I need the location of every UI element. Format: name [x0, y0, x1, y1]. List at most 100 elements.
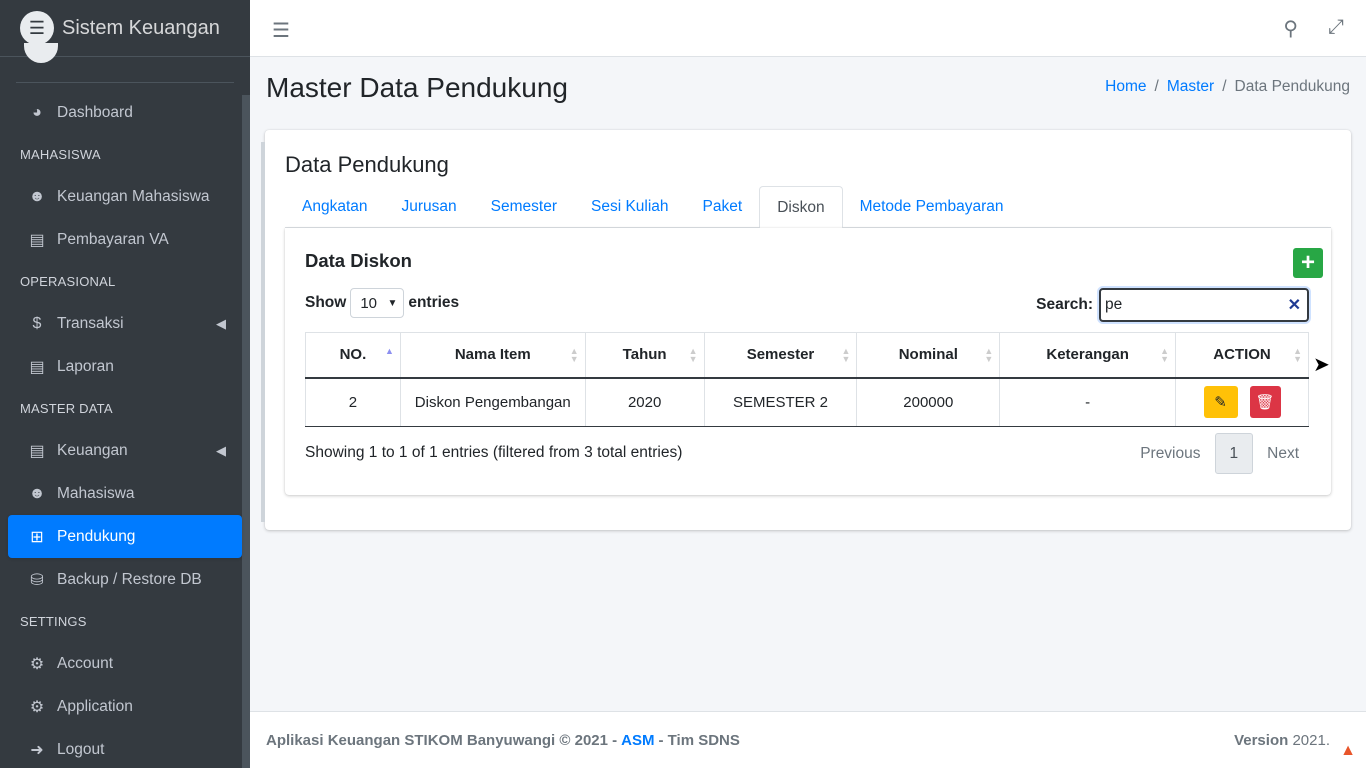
tab-angkatan[interactable]: Angkatan [285, 186, 385, 228]
sidebar-item-label: Keuangan Mahasiswa [57, 187, 210, 205]
sidebar-item-backup-restore[interactable]: ⛁ Backup / Restore DB [8, 558, 242, 601]
sort-icon: ▲ ▼ [1293, 346, 1302, 364]
version-value: 2021. [1292, 731, 1330, 749]
sidebar-item-label: Application [57, 697, 133, 715]
sort-asc-icon: ▲ [384, 346, 394, 356]
sidebar-item-transaksi[interactable]: $ Transaksi ◀ [8, 302, 242, 345]
breadcrumb-current: Data Pendukung [1234, 78, 1350, 95]
tab-jurusan[interactable]: Jurusan [385, 186, 474, 228]
fullscreen-icon[interactable]: ⤢ [1328, 16, 1344, 39]
column-header-action[interactable]: ACTION ▲ ▼ [1175, 332, 1309, 379]
breadcrumb-master-link[interactable]: Master [1167, 78, 1214, 96]
tab-semester[interactable]: Semester [474, 186, 574, 228]
sidebar-item-label: Dashboard [57, 103, 133, 121]
panel-title: Data Diskon [305, 250, 412, 271]
sidebar-nav: ◕ Dashboard MAHASISWA ☻ Keuangan Mahasis… [0, 83, 250, 768]
sidebar-header-operasional: OPERASIONAL [20, 274, 116, 289]
users-icon: ☻ [28, 187, 46, 205]
edit-button[interactable]: ✎ [1203, 386, 1238, 419]
search-input-value: pe [1105, 296, 1123, 313]
tab-paket[interactable]: Paket [686, 186, 760, 228]
sidebar-item-label: Laporan [57, 357, 114, 375]
cell-keterangan: - [999, 377, 1177, 427]
tab-sesi-kuliah[interactable]: Sesi Kuliah [574, 186, 686, 228]
chevron-down-icon: ▼ [387, 297, 398, 309]
tab-metode-pembayaran[interactable]: Metode Pembayaran [843, 186, 1021, 228]
pagination: Previous 1 Next [1126, 433, 1313, 474]
sidebar-item-label: Logout [57, 740, 105, 758]
sidebar-item-dashboard[interactable]: ◕ Dashboard [8, 91, 242, 134]
edit-icon: ✎ [1214, 394, 1227, 412]
footer-version: Version 2021. [1234, 732, 1330, 749]
footer-asm-link[interactable]: ASM [621, 732, 654, 749]
sort-icon: ▲ ▼ [688, 346, 698, 364]
sidebar-item-label: Pendukung [57, 527, 136, 545]
column-header-keterangan[interactable]: Keterangan ▲ ▼ [999, 332, 1177, 379]
pagination-previous[interactable]: Previous [1126, 433, 1214, 474]
delete-button[interactable]: 🗑 [1249, 386, 1281, 419]
entries-label: entries [408, 294, 460, 311]
page-title: Master Data Pendukung [266, 72, 568, 103]
plus-square-icon: ⊞ [30, 528, 44, 546]
version-label: Version [1234, 731, 1289, 749]
sidebar-item-account[interactable]: ⚙ Account [8, 642, 242, 685]
sort-icon: ▲ ▼ [1160, 346, 1170, 364]
page-size-value: 10 [360, 294, 378, 312]
page-size-control: Show 10 ▼ entries [305, 288, 459, 318]
plus-icon: + [1300, 249, 1315, 276]
chevron-left-icon: ◀ [216, 315, 226, 331]
breadcrumb-home-link[interactable]: Home [1105, 78, 1146, 96]
sidebar-item-laporan[interactable]: ▤ Laporan [8, 345, 242, 388]
user-panel [16, 43, 234, 83]
sign-out-icon: ➜ [30, 741, 44, 759]
sidebar: ☰ Sistem Keuangan ◕ Dashboard MAHASISWA … [0, 0, 250, 768]
tab-diskon[interactable]: Diskon [759, 186, 843, 229]
pagination-page-1[interactable]: 1 [1214, 433, 1254, 474]
table-search: Search: pe ✕ [1036, 288, 1309, 322]
column-header-tahun[interactable]: Tahun ▲ ▼ [584, 332, 705, 379]
sidebar-item-pembayaran-va[interactable]: ▤ Pembayaran VA [8, 218, 242, 261]
file-invoice-dollar-icon: ▤ [29, 442, 45, 460]
sidebar-item-pendukung[interactable]: ⊞ Pendukung [8, 515, 242, 558]
sort-icon: ▲ ▼ [984, 346, 994, 364]
card-accent-bar [261, 142, 265, 522]
sidebar-item-application[interactable]: ⚙ Application [8, 685, 242, 728]
clear-search-icon[interactable]: ✕ [1288, 295, 1301, 315]
sidebar-item-logout[interactable]: ➜ Logout [8, 728, 242, 768]
sidebar-item-label: Keuangan [57, 441, 128, 459]
cell-no: 2 [305, 377, 401, 427]
sidebar-item-label: Pembayaran VA [57, 230, 169, 248]
breadcrumb: Home / Master / Data Pendukung [1105, 78, 1350, 96]
sidebar-item-mahasiswa[interactable]: ☻ Mahasiswa [8, 472, 242, 515]
cell-action: ✎ 🗑 [1175, 377, 1309, 427]
file-invoice-icon: ▤ [29, 231, 45, 249]
column-header-nama-item[interactable]: Nama Item ▲ ▼ [399, 332, 586, 379]
sidebar-header-settings: SETTINGS [20, 614, 87, 629]
column-header-no[interactable]: NO. ▲ [305, 332, 401, 379]
fire-icon: ▲ [1340, 742, 1356, 759]
pagination-next[interactable]: Next [1253, 433, 1313, 474]
sidebar-scrollbar[interactable] [242, 95, 250, 768]
card-title: Data Pendukung [285, 152, 449, 177]
cogs-icon: ⚙ [29, 698, 45, 716]
tab-bar: Angkatan Jurusan Semester Sesi Kuliah Pa… [285, 186, 1331, 229]
breadcrumb-separator: / [1154, 78, 1159, 95]
search-input[interactable]: pe ✕ [1099, 288, 1309, 322]
sidebar-header-master-data: MASTER DATA [20, 401, 113, 416]
search-icon[interactable]: ⚲ [1283, 16, 1298, 41]
sidebar-item-label: Mahasiswa [57, 484, 135, 502]
column-header-semester[interactable]: Semester ▲ ▼ [703, 332, 858, 379]
hamburger-menu-icon[interactable]: ☰ [272, 18, 290, 43]
user-cog-icon: ⚙ [29, 655, 45, 673]
add-diskon-button[interactable]: + [1293, 248, 1323, 278]
cell-nama-item: Diskon Pengembangan [399, 377, 586, 427]
sidebar-item-label: Backup / Restore DB [57, 570, 202, 588]
top-navbar: ☰ ⚲ ⤢ [250, 0, 1366, 57]
file-icon: ▤ [29, 358, 45, 376]
page-size-select[interactable]: 10 ▼ [350, 288, 405, 318]
sidebar-item-label: Transaksi [57, 314, 124, 332]
sidebar-item-keuangan[interactable]: ▤ Keuangan ◀ [8, 429, 242, 472]
sidebar-header-mahasiswa: MAHASISWA [20, 147, 101, 162]
sidebar-item-keuangan-mahasiswa[interactable]: ☻ Keuangan Mahasiswa [8, 175, 242, 218]
column-header-nominal[interactable]: Nominal ▲ ▼ [856, 332, 1001, 379]
